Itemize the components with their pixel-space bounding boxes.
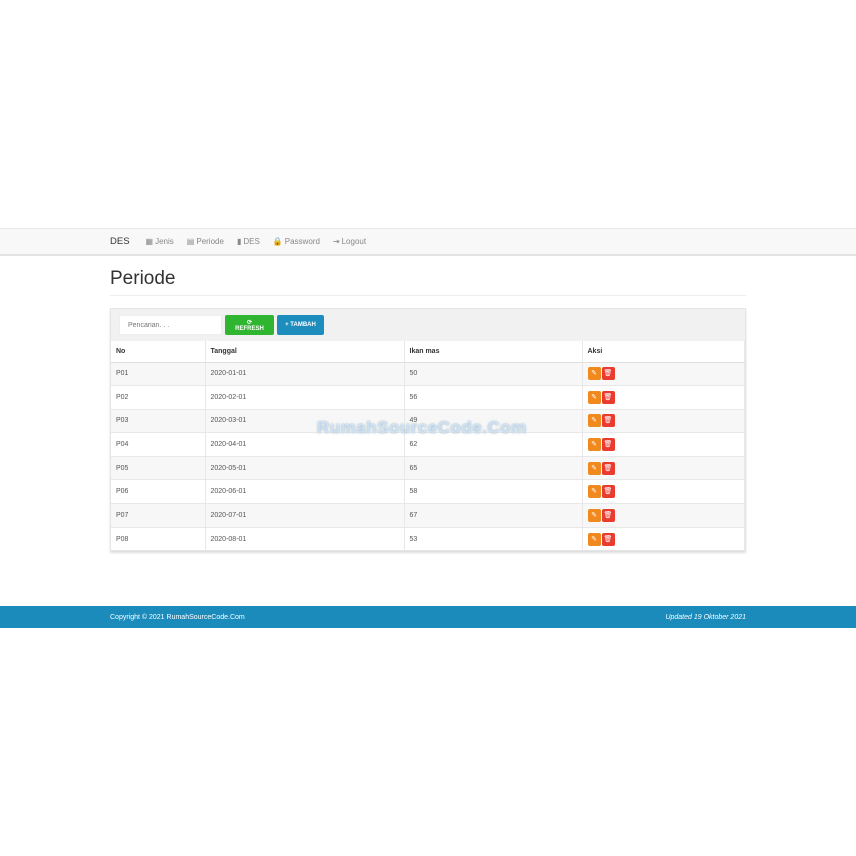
toolbar: ⟳ REFRESH + TAMBAH xyxy=(111,309,745,341)
cell-no: P04 xyxy=(111,432,206,457)
cell-aksi: ✎ 🗑 xyxy=(582,408,745,433)
cell-ikan-mas: 65 xyxy=(404,455,583,480)
add-button[interactable]: + TAMBAH xyxy=(277,315,324,335)
column-header-tanggal: Tanggal xyxy=(205,341,405,363)
nav-item-label: Periode xyxy=(196,237,224,246)
trash-icon[interactable]: 🗑 xyxy=(601,532,615,546)
cell-aksi: ✎ 🗑 xyxy=(582,455,745,480)
cell-tanggal: 2020-05-01 xyxy=(205,455,405,480)
brand-link[interactable]: DES xyxy=(110,236,130,247)
cell-tanggal: 2020-06-01 xyxy=(205,479,405,504)
table-row: P08 2020-08-01 53 ✎ 🗑 xyxy=(111,526,745,551)
cell-aksi: ✎ 🗑 xyxy=(582,526,745,551)
nav-item-des[interactable]: ▮ DES xyxy=(237,237,260,246)
edit-icon[interactable]: ✎ xyxy=(587,414,601,428)
column-header-aksi: Aksi xyxy=(582,341,745,363)
cell-tanggal: 2020-08-01 xyxy=(205,526,405,551)
cell-ikan-mas: 56 xyxy=(404,385,583,410)
cell-no: P05 xyxy=(111,455,206,480)
updated-text: Updated 19 Oktober 2021 xyxy=(665,613,746,621)
cell-aksi: ✎ 🗑 xyxy=(582,385,745,410)
table-row: P05 2020-05-01 65 ✎ 🗑 xyxy=(111,455,745,480)
nav-item-periode[interactable]: ▤ Periode xyxy=(187,237,224,246)
cell-no: P01 xyxy=(111,361,206,386)
cell-aksi: ✎ 🗑 xyxy=(582,361,745,386)
password-icon: 🔒 xyxy=(272,237,283,246)
refresh-button[interactable]: ⟳ REFRESH xyxy=(225,315,274,335)
cell-aksi: ✎ 🗑 xyxy=(582,432,745,457)
cell-no: P08 xyxy=(111,526,206,551)
edit-icon[interactable]: ✎ xyxy=(587,461,601,475)
watermark: RumahSourceCode.Com xyxy=(317,418,527,437)
table-row: P01 2020-01-01 50 ✎ 🗑 xyxy=(111,361,745,386)
logout-icon: ⇥ xyxy=(332,237,340,246)
trash-icon[interactable]: 🗑 xyxy=(601,367,615,381)
cell-no: P03 xyxy=(111,408,206,433)
periode-table: No Tanggal Ikan mas Aksi P01 2020-01-01 … xyxy=(111,341,745,551)
trash-icon[interactable]: 🗑 xyxy=(601,508,615,522)
edit-icon[interactable]: ✎ xyxy=(587,367,601,381)
cell-no: P07 xyxy=(111,503,206,528)
page-title: Periode xyxy=(110,268,176,289)
des-icon: ▮ xyxy=(236,237,242,246)
navbar: DES ▦ Jenis ▤ Periode ▮ DES 🔒 Password ⇥ Logout xyxy=(0,228,856,256)
nav-item-label: Password xyxy=(284,237,320,246)
trash-icon[interactable]: 🗑 xyxy=(601,414,615,428)
cell-tanggal: 2020-07-01 xyxy=(205,503,405,528)
nav-item-jenis[interactable]: ▦ Jenis xyxy=(146,237,174,246)
cell-ikan-mas: 50 xyxy=(404,361,583,386)
cell-aksi: ✎ 🗑 xyxy=(582,503,745,528)
periode-icon: ▤ xyxy=(186,237,195,246)
edit-icon[interactable]: ✎ xyxy=(587,438,601,452)
cell-tanggal: 2020-01-01 xyxy=(205,361,405,386)
cell-ikan-mas: 53 xyxy=(404,526,583,551)
cell-tanggal: 2020-02-01 xyxy=(205,385,405,410)
edit-icon[interactable]: ✎ xyxy=(587,508,601,522)
table-row: P06 2020-06-01 58 ✎ 🗑 xyxy=(111,479,745,504)
footer: Copyright © 2021 RumahSourceCode.Com Upd… xyxy=(0,606,856,628)
table-row: P07 2020-07-01 67 ✎ 🗑 xyxy=(111,503,745,528)
nav-item-logout[interactable]: ⇥ Logout xyxy=(333,237,366,246)
nav-item-password[interactable]: 🔒 Password xyxy=(273,237,320,246)
cell-ikan-mas: 67 xyxy=(404,503,583,528)
edit-icon[interactable]: ✎ xyxy=(587,390,601,404)
cell-ikan-mas: 58 xyxy=(404,479,583,504)
column-header-ikan-mas: Ikan mas xyxy=(404,341,583,363)
cell-no: P06 xyxy=(111,479,206,504)
table-row: P02 2020-02-01 56 ✎ 🗑 xyxy=(111,385,745,410)
trash-icon[interactable]: 🗑 xyxy=(601,438,615,452)
jenis-icon: ▦ xyxy=(145,237,154,246)
cell-aksi: ✎ 🗑 xyxy=(582,479,745,504)
search-input[interactable] xyxy=(119,315,222,335)
nav-item-label: Jenis xyxy=(155,237,174,246)
column-header-no: No xyxy=(111,341,206,363)
cell-no: P02 xyxy=(111,385,206,410)
trash-icon[interactable]: 🗑 xyxy=(601,390,615,404)
trash-icon[interactable]: 🗑 xyxy=(601,485,615,499)
divider xyxy=(110,295,746,296)
edit-icon[interactable]: ✎ xyxy=(587,532,601,546)
copyright-text: Copyright © 2021 RumahSourceCode.Com xyxy=(110,613,245,621)
nav-item-label: DES xyxy=(243,237,260,246)
nav-item-label: Logout xyxy=(341,237,367,246)
trash-icon[interactable]: 🗑 xyxy=(601,461,615,475)
edit-icon[interactable]: ✎ xyxy=(587,485,601,499)
